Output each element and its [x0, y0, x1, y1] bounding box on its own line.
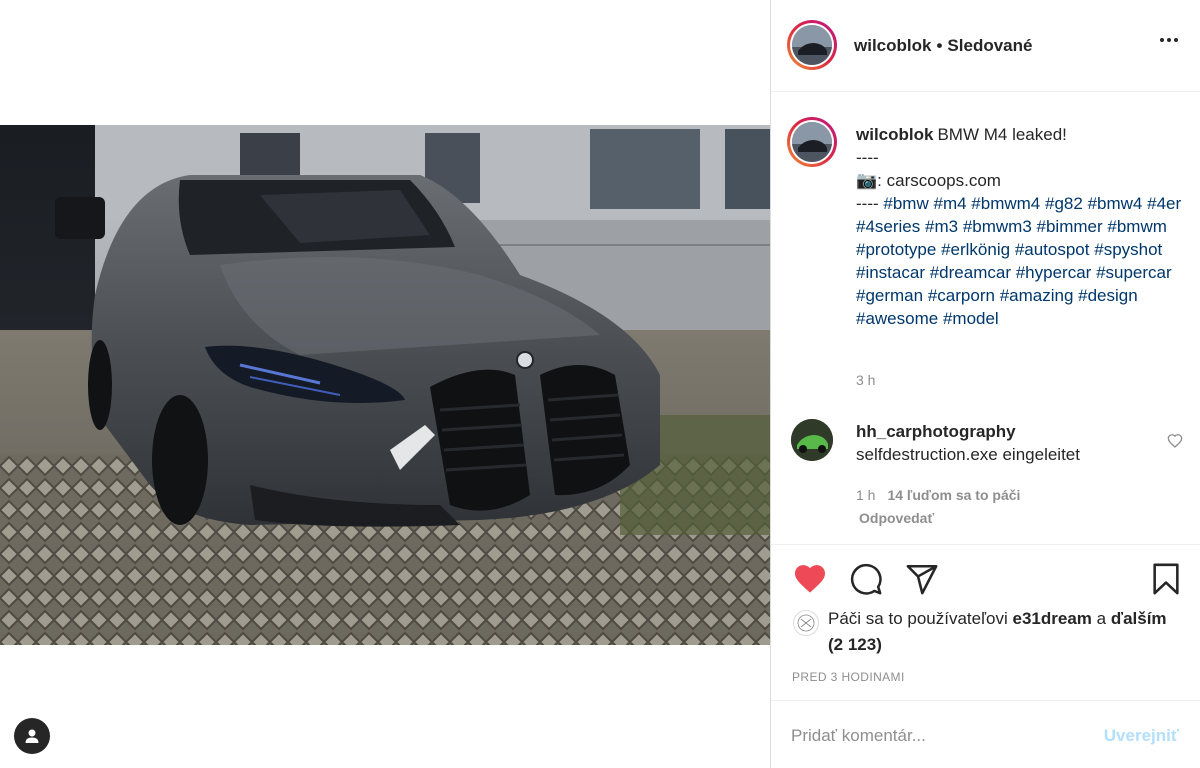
caption-line2: ----	[856, 148, 879, 167]
comment-time: 1 h	[856, 487, 876, 503]
liker-logo-icon	[797, 614, 815, 632]
avatar-image	[792, 25, 832, 65]
hashtag-link[interactable]: #m4	[933, 194, 966, 213]
comment-text: selfdestruction.exe eingeleitet	[856, 445, 1080, 464]
hashtag-link[interactable]: #awesome	[856, 309, 938, 328]
hashtag-link[interactable]: #spyshot	[1094, 240, 1162, 259]
hashtag-link[interactable]: #instacar	[856, 263, 925, 282]
hashtag-link[interactable]: #bmw4	[1088, 194, 1143, 213]
likes-text: Páči sa to používateľovi e31dream a ďalš…	[828, 606, 1178, 658]
comment-input[interactable]	[791, 721, 1091, 751]
publish-button[interactable]: Uverejniť	[1104, 726, 1179, 746]
caption-dashes: ----	[856, 194, 879, 213]
heart-icon[interactable]	[793, 562, 827, 596]
hashtag-link[interactable]: #model	[943, 309, 999, 328]
bookmark-icon[interactable]	[1149, 562, 1183, 596]
author-username[interactable]: wilcoblok	[854, 36, 931, 55]
likes-prefix: Páči sa to používateľovi	[828, 609, 1008, 628]
header-separator: •	[936, 36, 943, 55]
commenter-avatar[interactable]	[791, 419, 833, 461]
camera-emoji: 📷	[856, 171, 878, 190]
media-area	[0, 0, 770, 768]
more-options-icon[interactable]	[1160, 38, 1178, 42]
post-header-title: wilcoblok • Sledované	[854, 36, 1032, 56]
caption-username[interactable]: wilcoblok	[856, 125, 933, 144]
add-comment-bar: Uverejniť	[771, 700, 1200, 768]
hashtag-link[interactable]: #design	[1078, 286, 1138, 305]
hashtag-link[interactable]: #carporn	[928, 286, 995, 305]
hashtag-link[interactable]: #bimmer	[1037, 217, 1103, 236]
hashtag-link[interactable]: #bmwm	[1107, 217, 1167, 236]
user-icon[interactable]	[14, 718, 50, 754]
hashtag-link[interactable]: #bmwm3	[963, 217, 1032, 236]
comments-section: wilcoblok BMW M4 leaked! ---- 📷: carscoop…	[771, 93, 1200, 545]
follow-status[interactable]: Sledované	[947, 36, 1032, 55]
share-icon[interactable]	[905, 562, 939, 596]
comment-likes[interactable]: 14 ľuďom sa to páči	[887, 487, 1020, 503]
hashtag-link[interactable]: #g82	[1045, 194, 1083, 213]
hashtag-link[interactable]: #4series	[856, 217, 920, 236]
caption-line1: BMW M4 leaked!	[937, 125, 1067, 144]
car-photo-illustration	[0, 125, 770, 645]
post-timestamp[interactable]: PRED 3 HODINAMI	[792, 670, 905, 684]
caption-author-avatar[interactable]	[787, 117, 837, 167]
avatar-image	[792, 122, 832, 162]
hashtag-link[interactable]: #hypercar	[1016, 263, 1092, 282]
author-avatar[interactable]	[787, 20, 837, 70]
likes-user[interactable]: e31dream	[1013, 609, 1092, 628]
hashtag-link[interactable]: #dreamcar	[930, 263, 1011, 282]
hashtag-link[interactable]: #supercar	[1096, 263, 1172, 282]
hashtag-link[interactable]: #german	[856, 286, 923, 305]
comment-meta: 1 h 14 ľuďom sa to páči	[856, 487, 1020, 503]
post-caption: wilcoblok BMW M4 leaked! ---- 📷: carscoop…	[856, 123, 1186, 330]
hashtag-link[interactable]: #autospot	[1015, 240, 1090, 259]
comment-icon[interactable]	[849, 562, 883, 596]
hashtag-link[interactable]: #bmw	[883, 194, 928, 213]
comment-like-heart-icon[interactable]	[1167, 433, 1183, 449]
post-header: wilcoblok • Sledované	[771, 0, 1200, 92]
post-photo[interactable]	[0, 125, 770, 645]
hashtag-link[interactable]: #amazing	[1000, 286, 1074, 305]
post-panel: wilcoblok • Sledované wilcoblok BMW M4 leak…	[770, 0, 1200, 768]
hashtag-link[interactable]: #prototype	[856, 240, 936, 259]
caption-source: : carscoops.com	[877, 171, 1001, 190]
hashtag-link[interactable]: #m3	[925, 217, 958, 236]
hashtag-link[interactable]: #bmwm4	[971, 194, 1040, 213]
hashtag-link[interactable]: #4er	[1147, 194, 1181, 213]
avatar-image	[791, 419, 833, 461]
caption-time: 3 h	[856, 372, 876, 388]
hashtag-list: #bmw #m4 #bmwm4 #g82 #bmw4 #4er #4series…	[856, 194, 1181, 328]
liker-avatar[interactable]	[793, 610, 819, 636]
comment-username[interactable]: hh_carphotography	[856, 422, 1016, 442]
hashtag-link[interactable]: #erlkönig	[941, 240, 1010, 259]
likes-connector: a	[1096, 609, 1107, 628]
action-bar	[771, 560, 1200, 600]
reply-button[interactable]: Odpovedať	[859, 510, 934, 526]
